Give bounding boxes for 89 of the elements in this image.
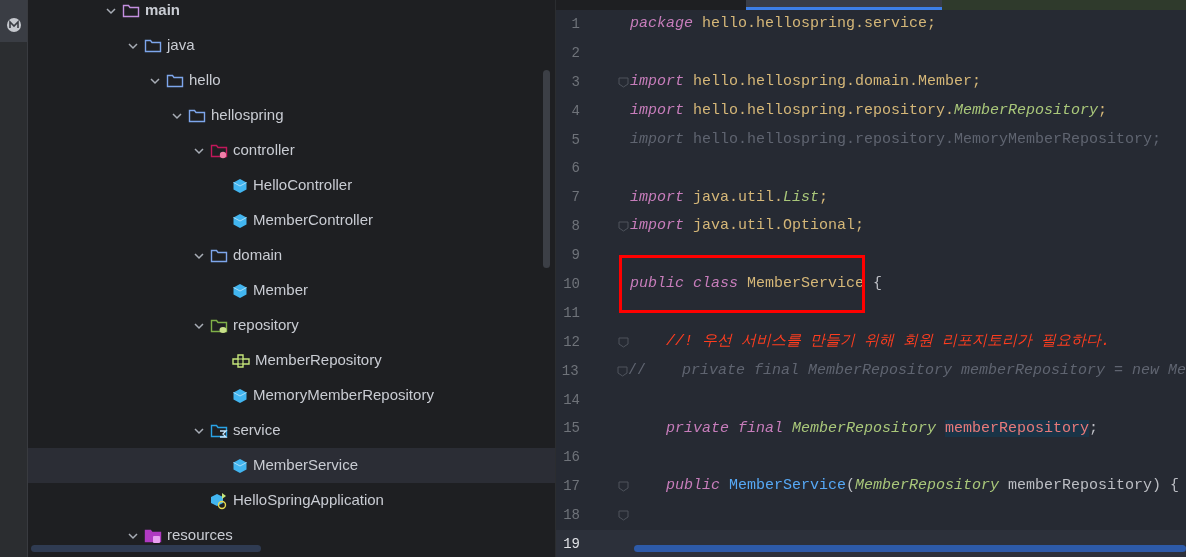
line-number: 13 [560,361,579,381]
tree-label: java [167,35,195,56]
code-line: import java.util.List; [630,187,829,208]
line-number: 6 [570,159,580,179]
folder-icon [210,247,228,264]
fold-icon[interactable] [618,336,629,348]
tree-item[interactable]: hellospring [28,98,555,133]
cube-icon [232,177,248,194]
tree-label: hello [189,70,221,91]
fold-icon[interactable] [616,365,628,377]
folder-icon [144,527,162,544]
tree-label: resources [167,525,233,546]
tree-label: HelloController [253,175,353,196]
code-line: import hello.hellospring.repository.MemberRepository; [630,100,1108,121]
folder-icon [210,142,228,159]
fold-icon[interactable] [618,481,629,493]
folder-icon [188,107,206,124]
tree-item[interactable]: resources [28,518,555,553]
line-number: 3 [570,72,580,92]
editor-tab[interactable] [746,0,942,10]
line-number: 2 [570,43,580,63]
folder-icon [122,2,140,19]
line-number: 9 [570,246,580,266]
tree-item[interactable]: MemberRepository [28,343,555,378]
line-number: 10 [562,274,580,294]
cube-icon [232,282,248,299]
maven-icon[interactable] [5,17,22,33]
code-line: public MemberService(MemberRepository memberRepository) { [665,476,1180,497]
code-line: public class MemberService { [630,274,883,295]
folder-icon [210,317,228,334]
scrollbar[interactable] [634,545,1186,552]
tree-item[interactable]: MemberController [28,203,555,238]
line-number: 15 [562,419,580,439]
folder-icon [144,37,162,54]
line-number: 16 [562,448,580,468]
tree-item[interactable]: java [28,28,555,63]
line-number: 8 [570,217,580,237]
line-number: 4 [570,101,580,121]
code-line: import hello.hellospring.domain.Member; [630,71,982,92]
line-number: 5 [570,130,580,150]
code-line: import java.util.Optional; [630,216,865,237]
fold-icon[interactable] [618,76,629,88]
tree-item[interactable]: hello [28,63,555,98]
line-number: 11 [562,303,580,323]
tree-label: repository [233,315,299,336]
fold-icon[interactable] [618,221,629,233]
folder-icon [210,422,228,439]
scrollbar[interactable] [543,70,550,268]
cube-icon [232,387,248,404]
scrollbar[interactable] [31,545,261,552]
code-line: //! 우선 서비스를 만들기 위해 회원 리포지토리가 필요하다. [665,332,1111,352]
app-class-icon [210,491,228,510]
code-line: import hello.hellospring.repository.MemoryMemberRepository; [630,129,1162,150]
tree-label: MemoryMemberRepository [253,385,434,406]
line-number: 18 [562,506,580,526]
tree-label: MemberService [253,455,359,476]
line-number: 17 [562,477,580,497]
tree-label: hellospring [211,105,284,126]
line-number: 14 [562,390,580,410]
tree-label: MemberController [253,210,374,231]
cube-icon [232,457,248,474]
tree-item[interactable]: MemberService [28,448,555,483]
line-number: 1 [570,14,580,34]
tree-item[interactable]: repository [28,308,555,343]
tree-label: controller [233,140,295,161]
code-line: package hello.hellospring.service; [630,14,937,35]
tree-label: HelloSpringApplication [233,490,384,511]
tree-item[interactable]: domain [28,238,555,273]
tree-item[interactable]: HelloSpringApplication [28,483,555,518]
tree-label: MemberRepository [255,350,382,371]
code-line: // private final MemberRepository memberRepository = new Me [627,360,1186,381]
tree-item[interactable]: HelloController [28,168,555,203]
cube-icon [232,212,248,229]
tree-item[interactable]: MemoryMemberRepository [28,378,555,413]
tree-item[interactable]: controller [28,133,555,168]
folder-icon [166,72,184,89]
blocks-icon [232,353,250,368]
line-number: 12 [562,332,580,352]
fold-icon[interactable] [618,510,629,522]
tree-label: service [233,420,281,441]
line-number: 7 [570,188,580,208]
tree-label: main [145,0,180,21]
tree-item[interactable]: Member [28,273,555,308]
tree-item[interactable]: main [28,0,555,28]
tree-item[interactable]: service [28,413,555,448]
line-number: 19 [562,534,580,554]
tree-label: domain [233,245,283,266]
code-line: private final MemberRepository memberRepository; [665,418,1099,439]
tree-label: Member [253,280,308,301]
